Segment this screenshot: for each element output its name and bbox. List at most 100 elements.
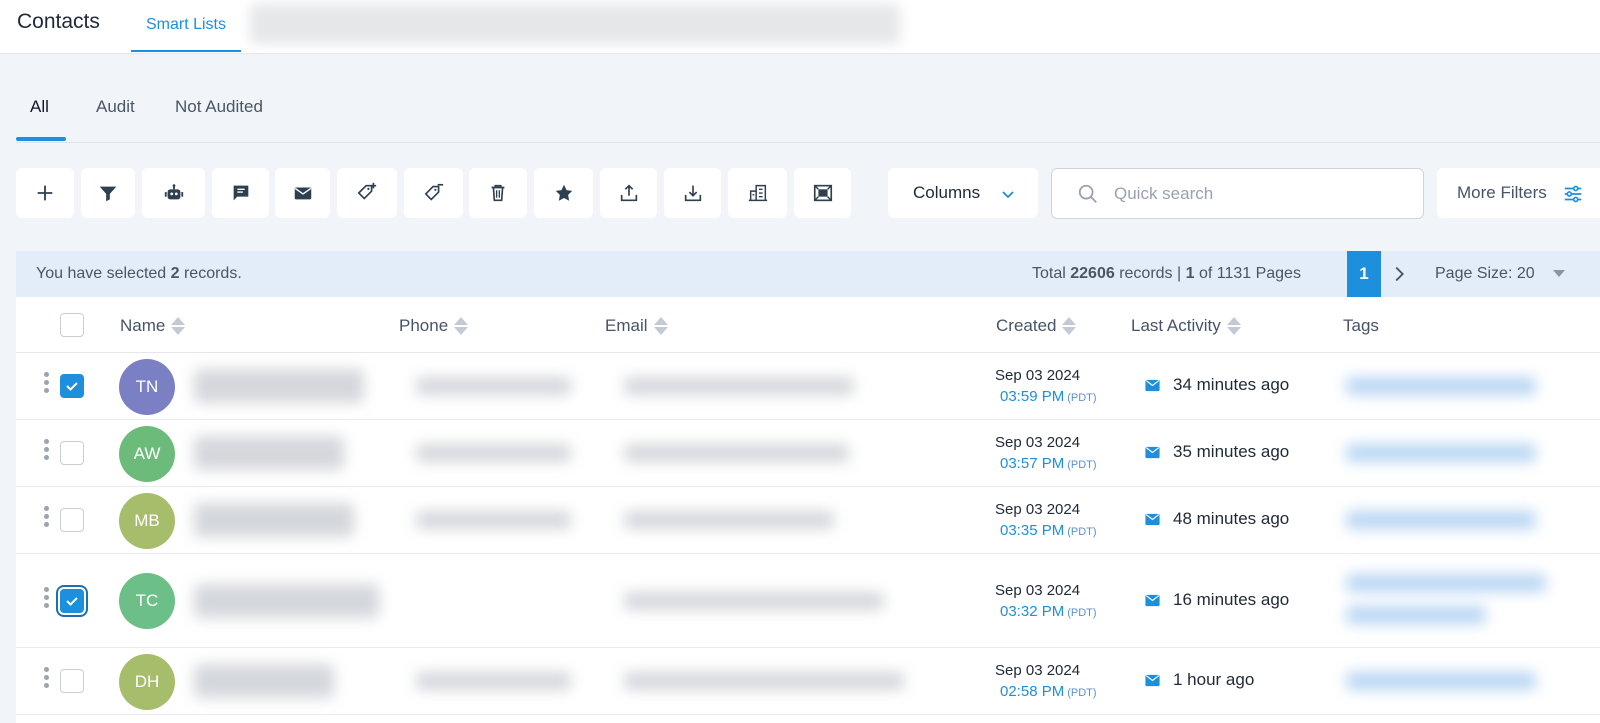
export-button[interactable]: [600, 168, 657, 218]
import-button[interactable]: [664, 168, 721, 218]
select-all-checkbox[interactable]: [60, 313, 84, 337]
send-email-button[interactable]: [275, 168, 330, 218]
import-icon: [684, 185, 701, 202]
row-checkbox[interactable]: [60, 589, 84, 613]
export-icon: [620, 184, 637, 202]
column-header-phone[interactable]: Phone: [399, 316, 469, 336]
last-activity: 16 minutes ago: [1144, 590, 1289, 610]
redacted-nav-tabs: [250, 4, 900, 44]
sort-icon[interactable]: [1062, 317, 1077, 335]
avatar: TN: [119, 359, 175, 415]
redacted-name: [194, 503, 354, 537]
add-contact-button[interactable]: [16, 168, 74, 218]
robot-icon: [164, 184, 183, 200]
redacted-tags: [1346, 377, 1536, 395]
created-date: Sep 03 2024: [995, 501, 1081, 518]
redacted-name: [194, 369, 364, 403]
send-sms-button[interactable]: [212, 168, 269, 218]
redacted-email: [624, 511, 834, 529]
selection-bar: You have selected 2 records. Total 22606…: [16, 251, 1600, 297]
contacts-table: Name Phone Email Created Last Activity T…: [16, 297, 1600, 723]
selected-records-text: You have selected 2 records.: [36, 265, 242, 282]
last-activity: 34 minutes ago: [1144, 375, 1289, 395]
tab-audit[interactable]: Audit: [96, 97, 135, 117]
delete-button[interactable]: [469, 168, 527, 218]
table-row[interactable]: DH Sep 03 2024 02:58 PM (PDT) 1 hour ago: [16, 648, 1600, 715]
mail-icon: [1145, 594, 1160, 606]
remove-tag-button[interactable]: [404, 168, 463, 218]
redacted-phone: [416, 444, 571, 462]
tab-not-audited[interactable]: Not Audited: [175, 97, 263, 117]
created-time: 03:57 PM (PDT): [1000, 455, 1097, 472]
column-header-created[interactable]: Created: [996, 316, 1077, 336]
row-checkbox[interactable]: [60, 508, 84, 532]
columns-dropdown[interactable]: Columns: [888, 168, 1038, 218]
search-input[interactable]: [1114, 181, 1404, 207]
row-checkbox[interactable]: [60, 441, 84, 465]
redacted-tags: [1346, 672, 1536, 690]
review-button[interactable]: [534, 168, 593, 218]
star-icon: [555, 184, 572, 201]
tab-all[interactable]: All: [30, 97, 49, 117]
mail-icon: [1145, 446, 1160, 458]
sliders-icon: [1564, 185, 1582, 203]
created-date: Sep 03 2024: [995, 367, 1081, 384]
drag-handle-icon[interactable]: [44, 439, 50, 463]
redacted-phone: [416, 377, 571, 395]
automation-button[interactable]: [142, 168, 205, 218]
last-activity: 48 minutes ago: [1144, 509, 1289, 529]
active-tab-indicator: [16, 137, 66, 141]
redacted-email: [624, 592, 884, 610]
drag-handle-icon[interactable]: [44, 372, 50, 396]
page-size-select[interactable]: Page Size: 20: [1435, 265, 1535, 283]
page-button-1[interactable]: 1: [1347, 251, 1381, 297]
filter-button[interactable]: [81, 168, 135, 218]
caret-down-icon[interactable]: [1553, 270, 1565, 277]
list-tabs: All Audit Not Audited: [16, 75, 1600, 143]
page-title: Contacts: [17, 10, 100, 33]
add-tag-button[interactable]: [337, 168, 397, 218]
created-time: 03:32 PM (PDT): [1000, 603, 1097, 620]
add-tag-icon: [357, 182, 377, 200]
mail-icon: [1145, 379, 1160, 391]
table-row[interactable]: TN Sep 03 2024 03:59 PM (PDT) 34 minutes …: [16, 353, 1600, 420]
company-button[interactable]: [728, 168, 787, 218]
mail-icon: [294, 187, 311, 200]
tab-smart-lists[interactable]: Smart Lists: [131, 0, 241, 52]
column-header-name[interactable]: Name: [120, 316, 186, 336]
building-icon: [748, 184, 767, 202]
avatar: MB: [119, 493, 175, 549]
sort-icon[interactable]: [171, 317, 186, 335]
plus-icon: [37, 185, 53, 201]
drag-handle-icon[interactable]: [44, 587, 50, 611]
total-records-text: Total 22606 records | 1 of 1131 Pages: [1032, 265, 1301, 282]
column-header-tags: Tags: [1343, 316, 1379, 335]
sort-icon[interactable]: [653, 317, 668, 335]
drag-handle-icon[interactable]: [44, 667, 50, 691]
mail-icon: [1145, 513, 1160, 525]
table-row[interactable]: TC Sep 03 2024 03:32 PM (PDT) 16 minutes …: [16, 554, 1600, 648]
more-filters-button[interactable]: More Filters: [1437, 168, 1600, 218]
table-row[interactable]: MB Sep 03 2024 03:35 PM (PDT) 48 minutes …: [16, 487, 1600, 554]
last-activity: 35 minutes ago: [1144, 442, 1289, 462]
check-icon: [66, 597, 78, 606]
redacted-email: [624, 444, 849, 462]
drag-handle-icon[interactable]: [44, 506, 50, 530]
created-time: 03:35 PM (PDT): [1000, 522, 1097, 539]
row-checkbox[interactable]: [60, 374, 84, 398]
merge-button[interactable]: [794, 168, 851, 218]
created-date: Sep 03 2024: [995, 662, 1081, 679]
table-row[interactable]: AW Sep 03 2024 03:57 PM (PDT) 35 minutes …: [16, 420, 1600, 487]
chevron-right-icon[interactable]: [1388, 263, 1410, 285]
row-checkbox[interactable]: [60, 669, 84, 693]
remove-tag-icon: [424, 183, 443, 201]
column-header-email[interactable]: Email: [605, 316, 668, 336]
sort-icon[interactable]: [1226, 317, 1241, 335]
sort-icon[interactable]: [454, 317, 469, 335]
redacted-tags: [1346, 511, 1536, 529]
column-header-last-activity[interactable]: Last Activity: [1131, 316, 1241, 336]
avatar: AW: [119, 426, 175, 482]
merge-icon: [813, 184, 832, 202]
redacted-tags: [1346, 574, 1546, 592]
redacted-name: [194, 584, 379, 618]
